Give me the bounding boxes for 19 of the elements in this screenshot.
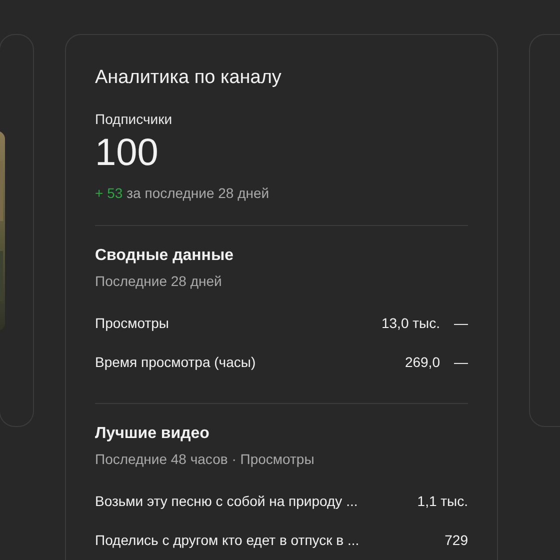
metric-label: Просмотры: [95, 314, 170, 330]
section-title: Лучшие видео: [95, 425, 210, 443]
section-title: Сводные данные: [95, 247, 235, 265]
subscribers-change: + 53: [95, 185, 123, 201]
video-views: 729: [444, 532, 468, 548]
section-subtitle: Последние 48 часов · Просмотры: [95, 451, 316, 467]
metric-value: 13,0 тыс.: [381, 314, 440, 330]
video-views: 1,1 тыс.: [417, 492, 468, 508]
change-period: за последние 28 дней: [126, 185, 270, 201]
video-title[interactable]: Поделись с другом кто едет в отпуск в ...: [95, 532, 445, 548]
trend-dash: —: [454, 354, 468, 370]
video-title[interactable]: Возьми эту песню с собой на природу ...: [95, 492, 418, 508]
section-subtitle: Последние 28 дней: [95, 273, 223, 289]
subscribers-count: 100: [95, 131, 160, 175]
trend-dash: —: [454, 314, 468, 330]
subscribers-label: Подписчики: [95, 111, 174, 127]
card-title: Аналитика по каналу: [95, 67, 282, 89]
metric-label: Время просмотра (часы): [95, 354, 257, 370]
metric-value: 269,0: [404, 354, 440, 370]
